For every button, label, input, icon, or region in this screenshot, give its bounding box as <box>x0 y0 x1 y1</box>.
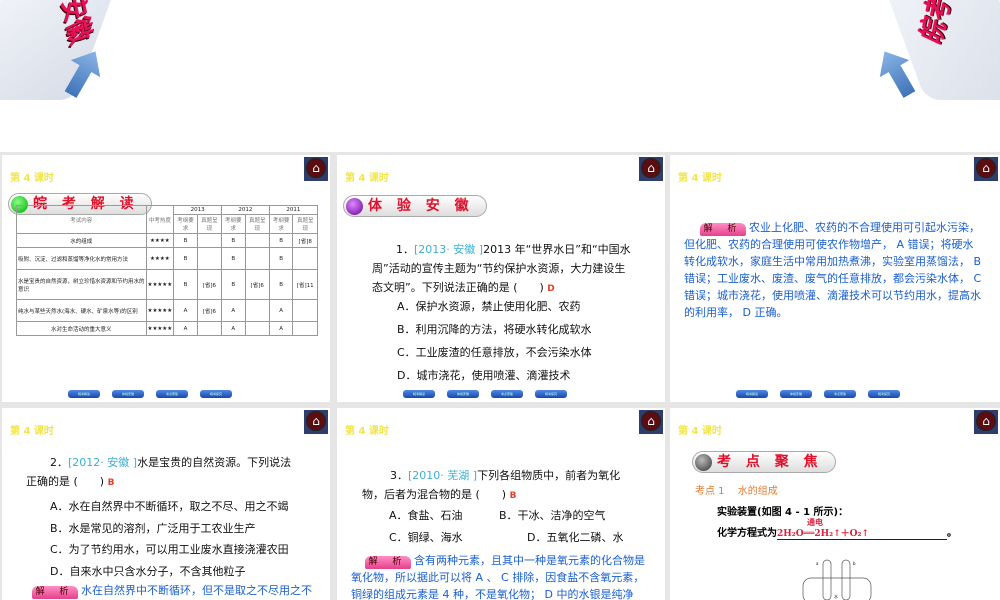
nav-button[interactable]: 皖考解读 <box>403 390 435 398</box>
question: 3．[2010· 芜湖 ]下列各组物质中，前者为氧化物，后者为混合物的是 ( )… <box>362 469 621 501</box>
home-button[interactable]: ⌂ <box>639 157 663 181</box>
slide-nav: 皖考解读 体验安徽 考点聚焦 皖考探究 <box>736 390 900 398</box>
options: A．保护水资源，禁止使用化肥、农药 B．利用沉降的方法，将硬水转化成软水 C．工业废… <box>397 300 592 382</box>
slide-thumbnail-3[interactable]: 第 4 课时 ⌂ 解 析农业上化肥、农药的不合理使用可引起水污染，但化肥、农药的… <box>670 155 1000 402</box>
slide-thumbnail-1[interactable]: 第 4 课时 ⌂ 皖 考 解 读 考试内容 中考热度 2013 2012 2011 考纲… <box>2 155 330 402</box>
home-button[interactable]: ⌂ <box>304 410 328 434</box>
slide-thumbnail-4[interactable]: 第 4 课时 ⌂ 2．[2012· 安徽 ]水是宝贵的自然资源。下列说法正确的是… <box>2 408 330 600</box>
nav-button[interactable]: 皖考解读 <box>736 390 768 398</box>
svg-text:a: a <box>816 561 819 566</box>
banner-right-decoration: 皖考 <box>874 0 1000 100</box>
home-button[interactable]: ⌂ <box>304 157 328 181</box>
nav-button[interactable]: 体验安徽 <box>780 390 812 398</box>
svg-text:水: 水 <box>834 593 838 599</box>
slide-thumbnail-6[interactable]: 第 4 课时 ⌂ 考 点 聚 焦 考点 1 水的组成 实验装置(如图 4 - 1… <box>670 408 1000 600</box>
explanation-label: 解 析 <box>700 223 746 236</box>
explanation: 解 析含有两种元素，且其中一种是氧元素的化合物是氧化物，所以据此可以将 A 、 … <box>351 554 645 600</box>
home-icon: ⌂ <box>641 158 661 178</box>
nav-button[interactable]: 考点聚焦 <box>491 390 523 398</box>
answer: D <box>547 284 555 294</box>
nav-button[interactable]: 考点聚焦 <box>824 390 856 398</box>
nav-button[interactable]: 皖考解读 <box>68 390 100 398</box>
equation-line: 化学方程式为 通电 2H₂O══2H₂↑＋O₂↑。 <box>717 517 957 540</box>
nav-button[interactable]: 皖考探究 <box>535 390 567 398</box>
home-button[interactable]: ⌂ <box>974 410 998 434</box>
slide-nav: 皖考解读 体验安徽 考点聚焦 皖考探究 <box>68 390 232 398</box>
explanation-label: 解 析 <box>32 586 78 599</box>
explanation: 解 析农业上化肥、农药的不合理使用可引起水污染，但化肥、农药的合理使用可使农作物… <box>684 221 982 319</box>
nav-button[interactable]: 体验安徽 <box>112 390 144 398</box>
question: 2．[2012· 安徽 ]水是宝贵的自然资源。下列说法正确的是 ( ) B <box>26 456 292 488</box>
lesson-label: 第 4 课时 <box>10 426 54 437</box>
slide-thumbnail-5[interactable]: 第 4 课时 ⌂ 3．[2010· 芜湖 ]下列各组物质中，前者为氧化物，后者为… <box>337 408 665 600</box>
lesson-label: 第 4 课时 <box>345 173 389 184</box>
nav-button[interactable]: 考点聚焦 <box>156 390 188 398</box>
section-title: 考 点 聚 焦 <box>692 451 836 473</box>
home-icon: ⌂ <box>306 158 326 178</box>
nav-button[interactable]: 皖考探究 <box>868 390 900 398</box>
lesson-label: 第 4 课时 <box>10 173 54 184</box>
slide-thumbnail-2[interactable]: 第 4 课时 ⌂ 体 验 安 徽 1．[2013· 安徽 ]2013 年“世界水… <box>337 155 665 402</box>
slide-nav: 皖考解读 体验安徽 考点聚焦 皖考探究 <box>403 390 567 398</box>
home-icon: ⌂ <box>976 158 996 178</box>
explanation-label: 解 析 <box>365 556 411 569</box>
banner: 安徽 皖考 <box>0 0 1000 152</box>
explanation: 解 析水在自然界中不断循环，但不是取之不尽用之不 <box>32 582 330 599</box>
table-row: 水是宝贵的自然资源，树立珍惜水资源和节约用水的意识 ★★★★★ B [省]6 B [省]6… <box>16 269 318 300</box>
svg-text:b: b <box>853 561 856 566</box>
home-button[interactable]: ⌂ <box>974 157 998 181</box>
exam-table: 考试内容 中考热度 2013 2012 2011 考纲要求 真题呈现 考纲要求 真题呈现 考纲要… <box>16 205 319 336</box>
lesson-label: 第 4 课时 <box>678 426 722 437</box>
electrolysis-apparatus-diagram: a b 水 <box>802 559 872 600</box>
options: A．水在自然界中不断循环，取之不尽、用之不竭 B．水是常见的溶剂，广泛用于工农业生… <box>50 500 289 578</box>
lesson-label: 第 4 课时 <box>678 173 722 184</box>
lesson-label: 第 4 课时 <box>345 426 389 437</box>
answer: B <box>107 478 115 488</box>
home-button[interactable]: ⌂ <box>639 410 663 434</box>
home-icon: ⌂ <box>641 411 661 431</box>
nav-button[interactable]: 体验安徽 <box>447 390 479 398</box>
banner-left-decoration: 安徽 <box>0 0 126 100</box>
section-title: 体 验 安 徽 <box>343 195 487 217</box>
bullet-icon <box>346 198 363 215</box>
table-row: 吸附、沉淀、过滤和蒸馏等净化水的常用方法 ★★★★ B B B <box>16 247 318 270</box>
table-row: 水对生命活动的重大意义 ★★★★★ A A A <box>16 321 318 336</box>
table-row: 纯水与某些天然水(海水、硬水、矿泉水等)的区别 ★★★★★ A [省]6 A A <box>16 299 318 322</box>
options: A．食盐、石油 B．干冰、洁净的空气 C．铜绿、海水 D．五氧化二磷、水 <box>389 509 624 544</box>
question: 1．[2013· 安徽 ]2013 年“世界水日”和“中国水周”活动的宣传主题为… <box>372 243 631 294</box>
point-heading: 考点 1 水的组成 <box>695 486 778 497</box>
bullet-icon <box>695 454 712 471</box>
answer: B <box>509 491 517 501</box>
home-icon: ⌂ <box>976 411 996 431</box>
nav-button[interactable]: 皖考探究 <box>200 390 232 398</box>
home-icon: ⌂ <box>306 411 326 431</box>
table-row: 水的组成 ★★★★ B B B [省]8 <box>16 233 318 248</box>
